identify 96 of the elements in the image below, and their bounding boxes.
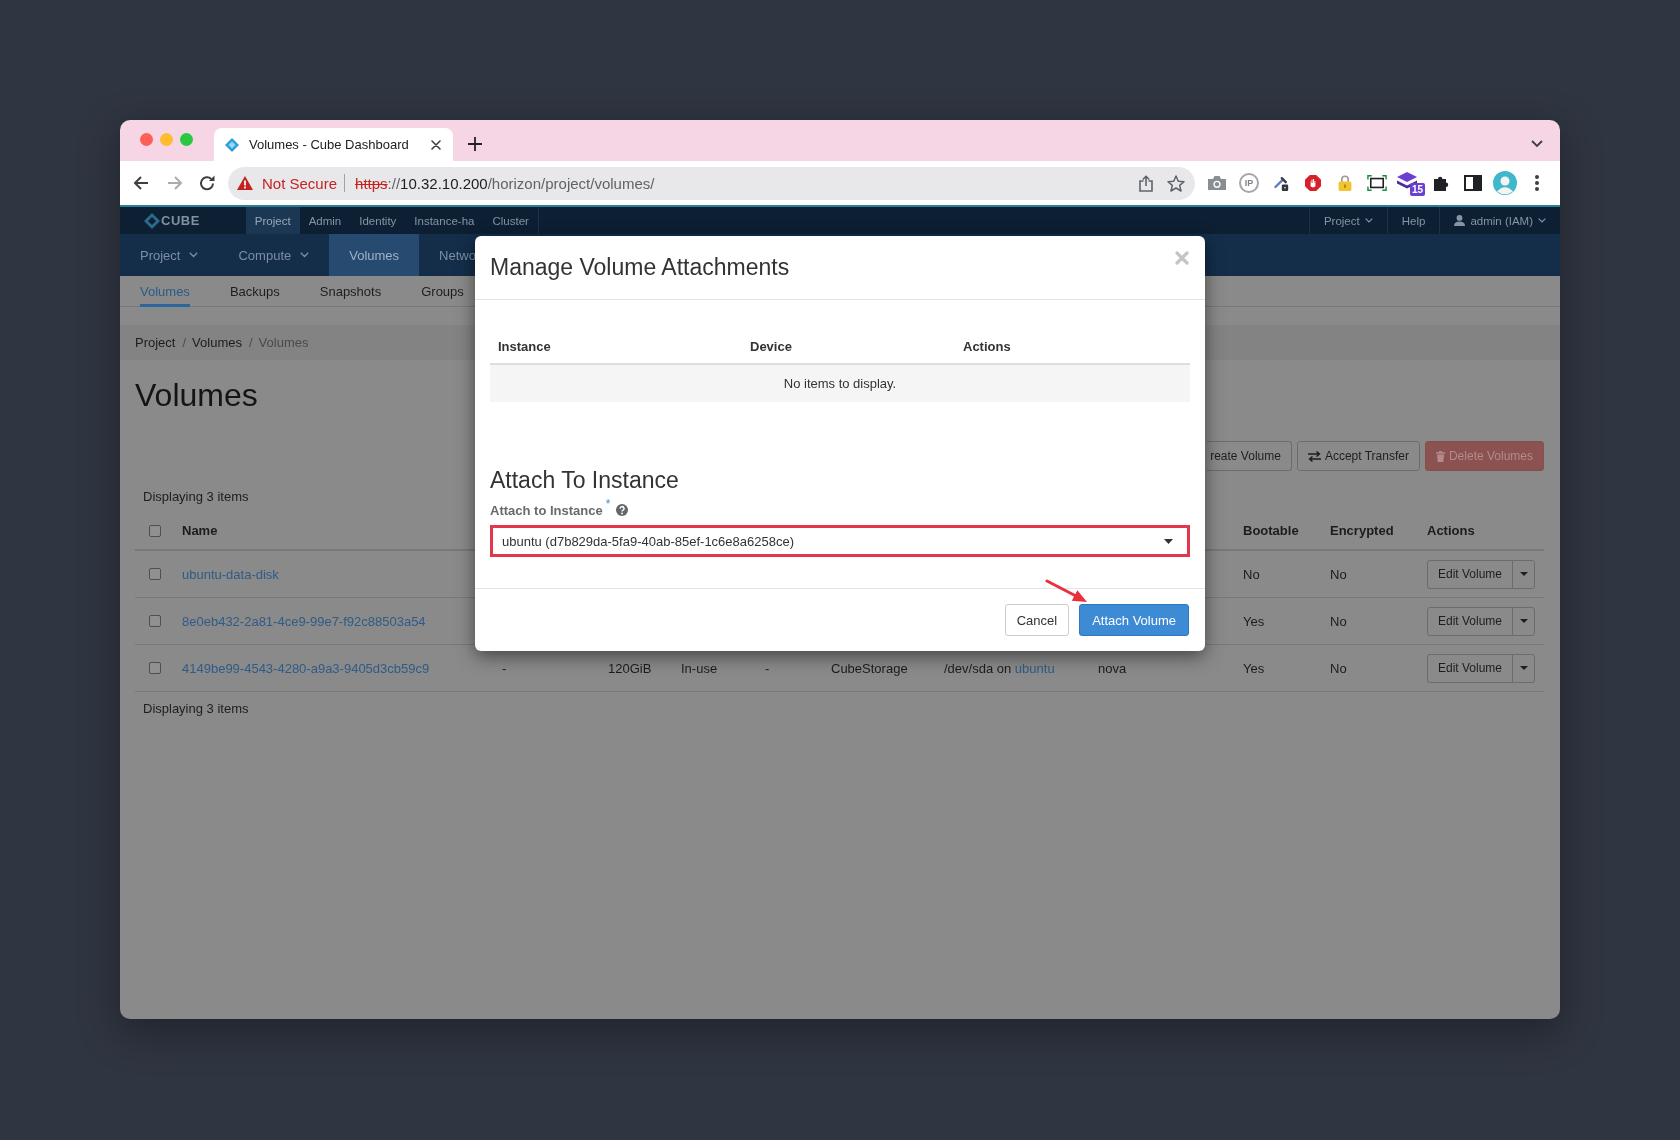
- sub-tab[interactable]: Backups: [229, 276, 280, 307]
- sidebar-icon[interactable]: [1463, 175, 1483, 191]
- column-header: Device: [750, 338, 792, 354]
- table-cell: Yes: [1243, 660, 1265, 676]
- row-checkbox[interactable]: [148, 615, 161, 627]
- table-cell: -: [765, 660, 770, 676]
- chevron-down-icon: [300, 252, 310, 258]
- caret-icon: [1519, 666, 1528, 670]
- help-icon[interactable]: [616, 504, 629, 516]
- table-cell: /dev/sda on ubuntu: [944, 660, 1055, 676]
- sub-tab[interactable]: Snapshots: [319, 276, 382, 307]
- edit-volume-button[interactable]: Edit Volume: [1427, 653, 1514, 683]
- nav-tab[interactable]: Admin: [299, 207, 351, 234]
- item-count: Displaying 3 items: [143, 489, 249, 504]
- table-cell: 120GiB: [608, 660, 652, 676]
- ip-extension-button[interactable]: IP: [1239, 173, 1259, 193]
- breadcrumb-link[interactable]: Volumes: [192, 335, 242, 350]
- exchange-icon: [1307, 450, 1321, 462]
- item-count: Displaying 3 items: [143, 701, 249, 716]
- puzzle-icon[interactable]: [1431, 175, 1451, 191]
- user-icon: [1454, 215, 1466, 226]
- current-page-label: Volumes: [258, 335, 309, 350]
- caret-icon: [1519, 572, 1528, 576]
- eyedropper-icon[interactable]: [1271, 175, 1291, 191]
- edit-volume-button[interactable]: Edit Volume: [1427, 559, 1514, 589]
- table-cell: No: [1243, 566, 1260, 582]
- table-cell: No: [1330, 566, 1347, 582]
- page-title: Volumes: [135, 377, 258, 413]
- stop-hand-icon[interactable]: [1303, 175, 1323, 191]
- caret-icon: [1164, 538, 1173, 544]
- back-arrow-icon[interactable]: [133, 175, 149, 191]
- nav-menu-item[interactable]: Project: [120, 234, 219, 276]
- nav-tab[interactable]: Cluster: [483, 207, 538, 234]
- nav-tab[interactable]: Instance-ha: [405, 207, 484, 234]
- row-checkbox[interactable]: [148, 568, 161, 580]
- extension-badge: 15: [1410, 183, 1426, 196]
- caret-icon: [1364, 218, 1373, 223]
- column-header: Encrypted: [1330, 523, 1394, 538]
- column-header: Actions: [1427, 523, 1475, 538]
- security-label[interactable]: Not Secure: [262, 174, 338, 192]
- instance-select[interactable]: ubuntu (d7b829da-5fa9-40ab-85ef-1c6e8a6258ce): [490, 525, 1190, 557]
- reload-icon[interactable]: [199, 175, 215, 191]
- url-text: https://10.32.10.200/horizon/project/volumes/: [355, 174, 655, 192]
- address-bar[interactable]: Not Secure https://10.32.10.200/horizon/project/volumes/: [228, 166, 1195, 200]
- column-header: Instance: [498, 338, 551, 354]
- create-button[interactable]: reate Volume: [1207, 441, 1292, 471]
- dropdown-toggle[interactable]: [1512, 606, 1536, 636]
- table-cell: No: [1330, 660, 1347, 676]
- more-menu-icon[interactable]: [1535, 175, 1539, 191]
- empty-message: No items to display.: [783, 376, 897, 391]
- chevron-down-icon: [189, 252, 199, 258]
- browser-tab[interactable]: Volumes - Cube Dashboard: [214, 128, 453, 161]
- column-header: Name: [182, 523, 218, 538]
- select-all-checkbox[interactable]: [148, 524, 161, 537]
- screen-frame-icon[interactable]: [1367, 175, 1387, 191]
- nav-tab[interactable]: Project: [245, 207, 300, 234]
- table-cell: Yes: [1243, 613, 1265, 629]
- modal-title: Manage Volume Attachments: [490, 254, 790, 281]
- field-label: Attach to Instance: [490, 502, 603, 518]
- attach-volume-button[interactable]: Attach Volume: [1079, 604, 1189, 636]
- row-checkbox[interactable]: [148, 662, 161, 674]
- table-cell: nova: [1098, 660, 1127, 676]
- logo-link[interactable]: CUBE: [120, 207, 200, 234]
- edit-volume-button[interactable]: Edit Volume: [1427, 606, 1514, 636]
- cancel-button[interactable]: Cancel: [1004, 604, 1070, 636]
- warning-icon: [237, 176, 253, 190]
- share-icon[interactable]: [1139, 174, 1153, 192]
- dropdown-toggle[interactable]: [1512, 559, 1536, 589]
- chevron-down-icon[interactable]: [1531, 140, 1543, 148]
- logo-icon: [144, 212, 160, 229]
- camera-icon[interactable]: [1207, 175, 1227, 191]
- section-heading: Attach To Instance: [490, 467, 679, 493]
- nav-menu-item[interactable]: Volumes: [329, 234, 420, 276]
- table-cell: In-use: [681, 660, 718, 676]
- breadcrumb-link[interactable]: Project: [135, 335, 176, 350]
- required-mark: *: [605, 498, 611, 510]
- trash-icon: [1435, 450, 1445, 462]
- close-icon[interactable]: [431, 139, 441, 150]
- plus-icon[interactable]: [468, 137, 482, 151]
- nav-menu-item[interactable]: Netwo: [419, 234, 476, 276]
- table-cell: No: [1330, 613, 1347, 629]
- table-cell: -: [502, 660, 507, 676]
- breadcrumb-separator: /: [248, 335, 253, 350]
- column-header: Actions: [963, 338, 1011, 354]
- sub-tab[interactable]: Groups: [421, 276, 464, 307]
- nav-menu-item[interactable]: Compute: [218, 234, 330, 276]
- table-cell: CubeStorage: [831, 660, 908, 676]
- caret-icon: [1519, 619, 1528, 623]
- dropdown-toggle[interactable]: [1512, 653, 1536, 683]
- column-header: Bootable: [1243, 523, 1299, 538]
- caret-icon: [1538, 218, 1546, 223]
- diamond-icon: [225, 137, 239, 152]
- breadcrumb-separator: /: [182, 335, 187, 350]
- nav-tab[interactable]: Identity: [350, 207, 406, 234]
- transfer-button[interactable]: Accept Transfer: [1296, 441, 1420, 471]
- star-icon[interactable]: [1167, 174, 1185, 192]
